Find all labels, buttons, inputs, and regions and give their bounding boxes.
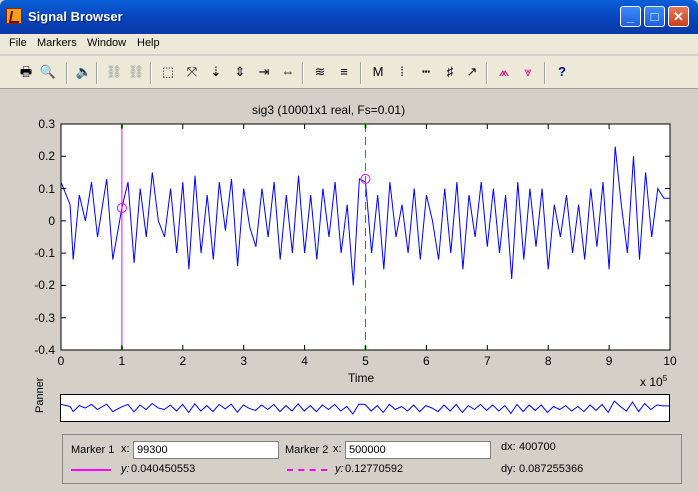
x-tick-label: 10: [663, 354, 677, 368]
dx-value: 400700: [519, 441, 556, 453]
x-tick-label: 8: [544, 354, 552, 368]
marker1-line-sample: [71, 469, 111, 471]
x-tick-label: 3: [240, 354, 248, 368]
x-tick-label: 7: [483, 354, 491, 368]
marker-readout-panel: Marker 1 x: 99300 y: 0.040450553 Marker …: [62, 434, 682, 484]
marker1-label: Marker 1: [71, 444, 115, 456]
marker1-x-label: x:: [121, 443, 130, 455]
x-tick-label: 5: [362, 354, 369, 368]
x-tick-label: 1: [118, 354, 126, 368]
y-tick-label: 0: [48, 213, 55, 228]
dx-label: dx:: [501, 441, 516, 453]
signal-browser-window: Signal Browser _ □ ✕ File Markers Window…: [0, 0, 698, 492]
panner-label: Panner: [34, 377, 46, 413]
y-tick-label: -0.1: [34, 246, 55, 261]
x-tick-label: 9: [605, 354, 613, 368]
x-tick-label: 6: [423, 354, 430, 368]
panner-signal-line: [61, 400, 669, 415]
y-tick-label: 0.3: [38, 117, 55, 131]
marker2-y-value: 0.12770592: [345, 463, 404, 475]
y-tick-label: 0.1: [38, 181, 55, 196]
marker1-y-label: y:: [121, 463, 130, 475]
x-tick-label: 2: [179, 354, 187, 368]
panner-signal: [61, 400, 669, 415]
panner[interactable]: [60, 394, 670, 422]
y-tick-label: -0.3: [34, 310, 55, 325]
marker2-line-sample: [287, 469, 327, 471]
dy-label: dy:: [501, 463, 516, 475]
marker2-x-label: x:: [333, 443, 342, 455]
marker2-y-label: y:: [335, 463, 344, 475]
marker2-x-input[interactable]: 500000: [345, 441, 491, 459]
dy-value: 0.087255366: [519, 463, 584, 475]
marker1-x-input[interactable]: 99300: [133, 441, 279, 459]
marker1-y-value: 0.040450553: [131, 463, 196, 475]
x-tick-label: 0: [57, 354, 65, 368]
x-axis-exponent: x 105: [640, 374, 668, 389]
y-tick-label: 0.2: [38, 149, 55, 164]
marker2-label: Marker 2: [285, 444, 329, 456]
x-axis-title: Time: [348, 371, 375, 385]
x-tick-label: 4: [301, 354, 308, 368]
y-tick-label: -0.2: [34, 278, 55, 293]
